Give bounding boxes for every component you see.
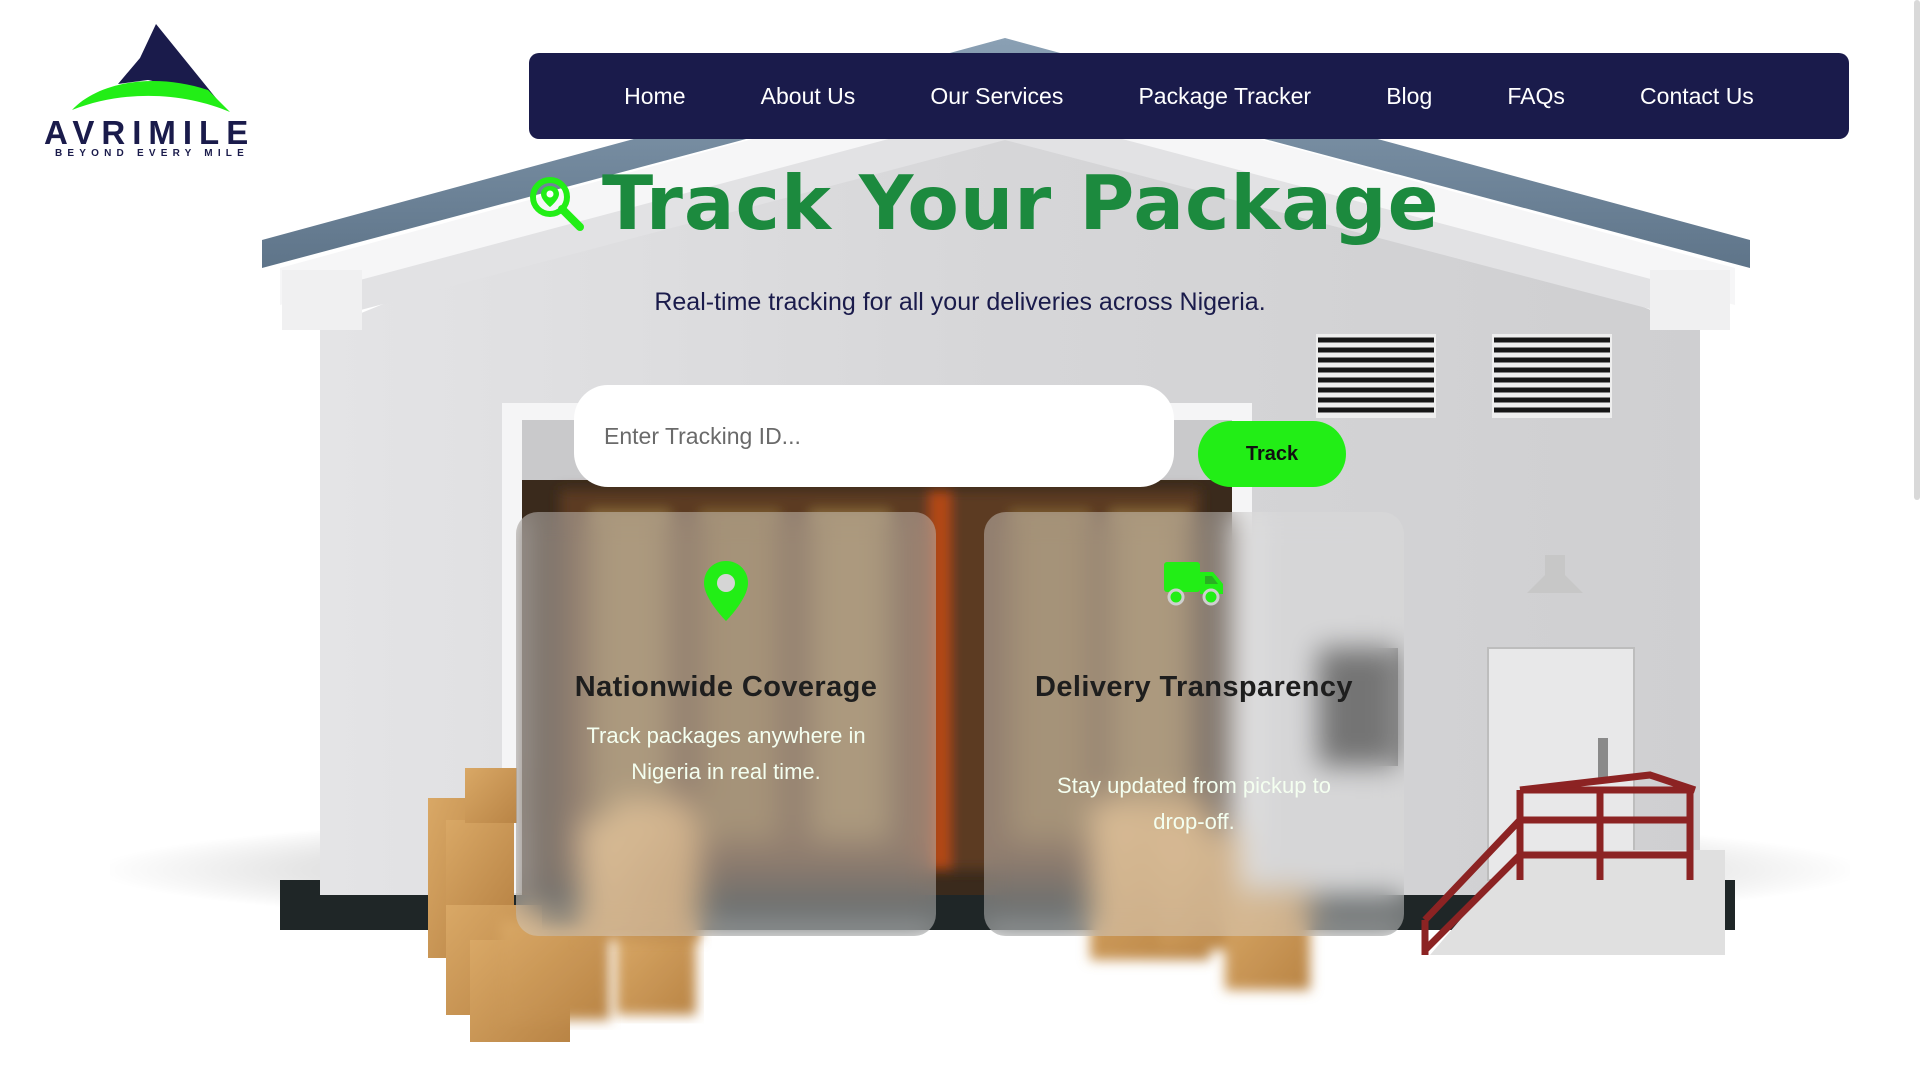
nav-contact-us[interactable]: Contact Us (1640, 83, 1754, 110)
map-pin-icon (704, 561, 748, 621)
feature-card-coverage: Nationwide Coverage Track packages anywh… (516, 512, 936, 936)
hero-heading: Track Your Package (528, 158, 1439, 248)
page: AVRIMILE BEYOND EVERY MILE Home About Us… (0, 0, 1920, 1080)
nav-our-services[interactable]: Our Services (930, 83, 1063, 110)
nav-faqs[interactable]: FAQs (1507, 83, 1565, 110)
mountain-logo-icon (72, 24, 230, 112)
brand-logo[interactable]: AVRIMILE BEYOND EVERY MILE (44, 22, 254, 162)
feature-title: Delivery Transparency (1035, 671, 1353, 703)
page-subtitle: Real-time tracking for all your deliveri… (654, 288, 1266, 316)
scrollbar[interactable] (1914, 0, 1920, 500)
brand-tagline: BEYOND EVERY MILE (55, 148, 249, 159)
tracking-id-input[interactable] (574, 385, 1174, 487)
feature-description: Track packages anywhere in Nigeria in re… (586, 723, 866, 784)
nav-blog[interactable]: Blog (1386, 83, 1432, 110)
main-navigation: Home About Us Our Services Package Track… (529, 53, 1849, 139)
search-location-icon (530, 177, 584, 231)
delivery-truck-icon (1164, 562, 1223, 606)
feature-description: Stay updated from pickup to drop-off. (1057, 773, 1331, 834)
brand-name: AVRIMILE (44, 114, 256, 151)
nav-package-tracker[interactable]: Package Tracker (1138, 83, 1311, 110)
feature-card-transparency: Delivery Transparency Stay updated from … (984, 512, 1404, 936)
nav-about-us[interactable]: About Us (761, 83, 856, 110)
track-button[interactable]: Track (1198, 421, 1346, 487)
nav-home[interactable]: Home (624, 83, 685, 110)
feature-title: Nationwide Coverage (574, 671, 878, 703)
page-title: Track Your Package (602, 159, 1440, 247)
